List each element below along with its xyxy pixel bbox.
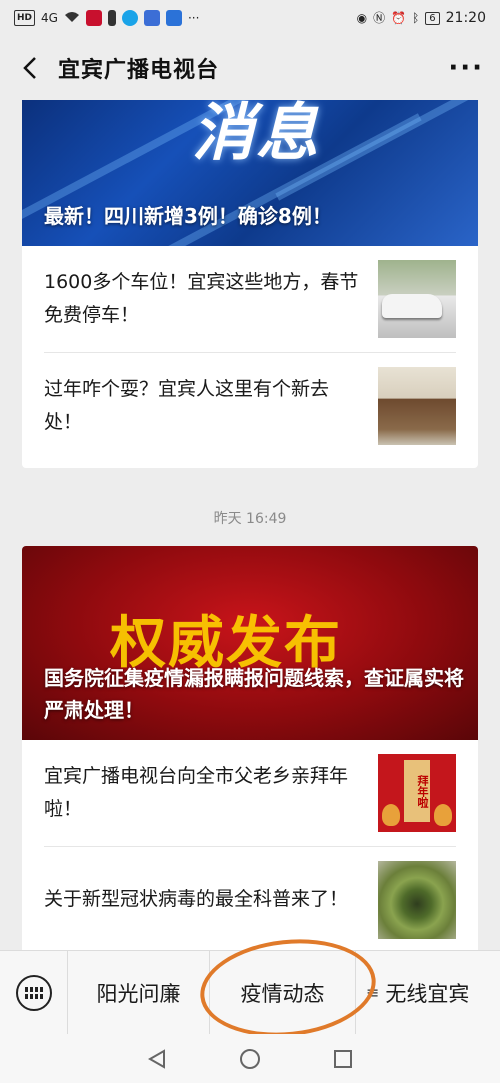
article-card: 消息 最新！四川新增3例！确诊8例！ 1600多个车位！宜宾这些地方，春节免费停… xyxy=(22,100,478,468)
virus-thumbnail xyxy=(378,860,456,939)
list-item[interactable]: 关于新型冠状病毒的最全科普来了！ xyxy=(44,846,456,950)
app-notification-icon xyxy=(165,10,182,26)
cover-banner-text: 消息 xyxy=(192,100,321,169)
list-item[interactable]: 宜宾广播电视台向全市父老乡亲拜年啦！ 拜年啦 xyxy=(22,740,478,846)
app-notification-icon xyxy=(85,10,102,26)
account-menu-bar: 阳光问廉 疫情动态 ≡ 无线宜宾 xyxy=(0,950,500,1035)
article-card: 权威发布 国务院征集疫情漏报瞒报问题线索，查证属实将严肃处理！ 宜宾广播电视台向… xyxy=(22,546,478,950)
menu-item-sunshine[interactable]: 阳光问廉 xyxy=(68,950,210,1035)
list-item-title: 宜宾广播电视台向全市父老乡亲拜年啦！ xyxy=(44,765,349,820)
alarm-icon: ⏰ xyxy=(391,11,407,25)
storefront-thumbnail xyxy=(378,366,456,445)
system-nav-bar xyxy=(0,1034,500,1083)
back-arrow-icon[interactable] xyxy=(16,48,44,88)
wifi-icon xyxy=(64,11,80,26)
menu-item-label: 无线宜宾 xyxy=(385,981,470,1006)
bluetooth-icon: ᛒ xyxy=(412,11,420,25)
eye-icon: ◉ xyxy=(356,11,368,25)
status-bar: HD 4G ··· ◉ Ⓝ ⏰ ᛒ 6 21:20 xyxy=(0,0,500,36)
list-item-title: 关于新型冠状病毒的最全科普来了！ xyxy=(44,888,349,910)
new-year-thumbnail: 拜年啦 xyxy=(378,754,456,832)
more-notifications-icon: ··· xyxy=(187,11,200,25)
page-title: 宜宾广播电视台 xyxy=(58,58,220,83)
article-title: 最新！四川新增3例！确诊8例！ xyxy=(44,204,332,228)
hd-indicator: HD xyxy=(14,10,36,26)
nfc-icon: Ⓝ xyxy=(373,11,386,25)
nav-home-icon[interactable] xyxy=(238,1047,262,1071)
app-notification-icon xyxy=(121,10,138,26)
message-timestamp: 昨天 16:49 xyxy=(213,511,287,527)
article-cover[interactable]: 消息 最新！四川新增3例！确诊8例！ xyxy=(22,100,478,246)
article-cover[interactable]: 权威发布 国务院征集疫情漏报瞒报问题线索，查证属实将严肃处理！ xyxy=(22,546,478,740)
app-notification-icon xyxy=(143,10,160,26)
list-item[interactable]: 1600多个车位！宜宾这些地方，春节免费停车！ xyxy=(22,246,478,352)
list-item-title: 1600多个车位！宜宾这些地方，春节免费停车！ xyxy=(44,271,359,326)
menu-item-wireless[interactable]: ≡ 无线宜宾 xyxy=(356,951,500,1035)
signal-label: 4G xyxy=(41,11,58,25)
more-options-icon[interactable]: ··· xyxy=(448,53,484,83)
list-item-title: 过年咋个耍？宜宾人这里有个新去处！ xyxy=(44,377,330,433)
car-thumbnail xyxy=(378,260,456,338)
nav-back-icon[interactable] xyxy=(145,1047,169,1071)
submenu-icon: ≡ xyxy=(366,983,380,1002)
list-item[interactable]: 过年咋个耍？宜宾人这里有个新去处！ xyxy=(44,352,456,458)
menu-item-epidemic[interactable]: 疫情动态 xyxy=(210,950,356,1035)
battery-indicator: 6 xyxy=(425,11,440,25)
sim-icon xyxy=(107,10,116,26)
article-title: 国务院征集疫情漏报瞒报问题线索，查证属实将严肃处理！ xyxy=(44,666,464,722)
clock: 21:20 xyxy=(445,10,486,26)
message-feed[interactable]: 消息 最新！四川新增3例！确诊8例！ 1600多个车位！宜宾这些地方，春节免费停… xyxy=(0,100,500,950)
new-year-greeting-text: 拜年啦 xyxy=(404,760,430,822)
keyboard-toggle-button[interactable] xyxy=(0,950,68,1035)
nav-recents-icon[interactable] xyxy=(331,1047,355,1071)
chat-header: 宜宾广播电视台 ··· xyxy=(0,36,500,100)
keyboard-icon xyxy=(15,974,52,1011)
